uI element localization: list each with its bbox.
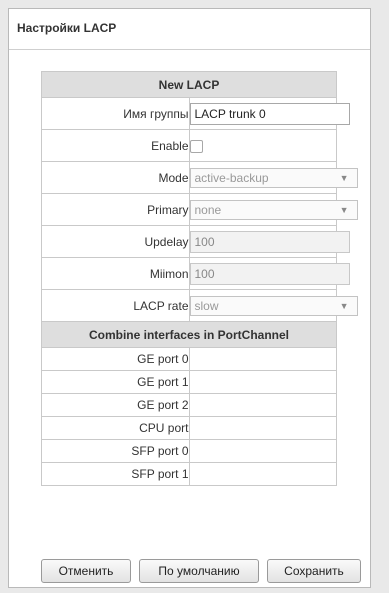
lacp-rate-label: LACP rate bbox=[41, 289, 190, 322]
lacp-rate-select[interactable]: slow ▼ bbox=[189, 295, 358, 316]
port-cell-ge2 bbox=[188, 393, 337, 417]
enable-label: Enable bbox=[41, 129, 190, 162]
miimon-input[interactable] bbox=[189, 262, 350, 285]
primary-label: Primary bbox=[41, 193, 190, 226]
ports-section-header: Combine interfaces in PortChannel bbox=[41, 321, 337, 348]
button-bar: Отменить По умолчанию Сохранить bbox=[41, 559, 361, 585]
lacp-form-table: New LACP Имя группы Enable Mode active-b… bbox=[41, 71, 358, 486]
mode-select[interactable]: active-backup ▼ bbox=[189, 167, 358, 188]
cancel-button[interactable]: Отменить bbox=[41, 559, 131, 583]
chevron-down-icon: ▼ bbox=[339, 172, 349, 183]
mode-value: active-backup bbox=[194, 170, 269, 185]
enable-checkbox[interactable] bbox=[189, 139, 203, 153]
port-label-sfp0: SFP port 0 bbox=[41, 439, 190, 463]
port-cell-ge0 bbox=[188, 347, 337, 371]
lacp-settings-panel: Настройки LACP New LACP Имя группы Enabl… bbox=[8, 8, 371, 588]
group-name-input[interactable] bbox=[189, 102, 350, 125]
chevron-down-icon: ▼ bbox=[339, 204, 349, 215]
primary-select[interactable]: none ▼ bbox=[189, 199, 358, 220]
title-divider bbox=[9, 49, 370, 50]
port-label-ge0: GE port 0 bbox=[41, 347, 190, 371]
form-header: New LACP bbox=[41, 71, 337, 98]
mode-label: Mode bbox=[41, 161, 190, 194]
port-cell-sfp0 bbox=[188, 439, 337, 463]
primary-value: none bbox=[194, 202, 222, 217]
port-label-ge1: GE port 1 bbox=[41, 370, 190, 394]
port-label-cpu: CPU port bbox=[41, 416, 190, 440]
group-name-label: Имя группы bbox=[41, 97, 190, 130]
lacp-rate-value: slow bbox=[194, 298, 219, 313]
default-button[interactable]: По умолчанию bbox=[139, 559, 259, 583]
port-label-ge2: GE port 2 bbox=[41, 393, 190, 417]
port-label-sfp1: SFP port 1 bbox=[41, 462, 190, 486]
chevron-down-icon: ▼ bbox=[339, 300, 349, 311]
updelay-label: Updelay bbox=[41, 225, 190, 258]
port-cell-sfp1 bbox=[188, 462, 337, 486]
port-cell-cpu bbox=[188, 416, 337, 440]
updelay-input[interactable] bbox=[189, 230, 350, 253]
port-cell-ge1 bbox=[188, 370, 337, 394]
save-button[interactable]: Сохранить bbox=[267, 559, 361, 583]
panel-title: Настройки LACP bbox=[17, 21, 117, 35]
miimon-label: Miimon bbox=[41, 257, 190, 290]
